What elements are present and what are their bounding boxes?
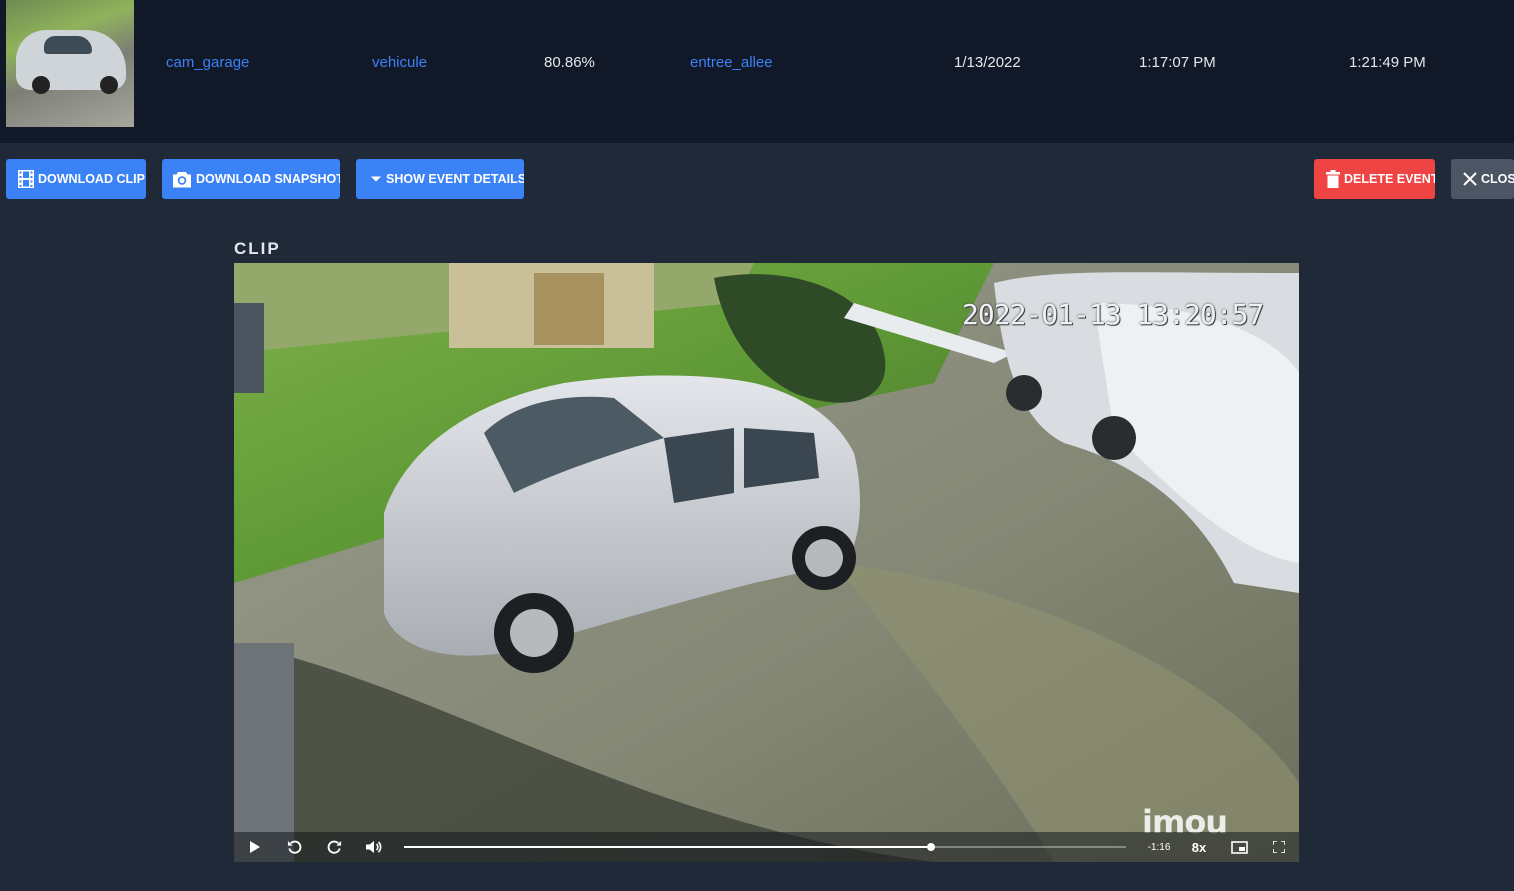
forward-button[interactable] xyxy=(323,832,345,862)
rotate-left-icon xyxy=(287,840,302,855)
show-event-details-label: SHOW EVENT DETAILS xyxy=(386,172,524,186)
camera-link[interactable]: cam_garage xyxy=(166,53,249,73)
rotate-right-icon xyxy=(327,840,342,855)
camera-icon xyxy=(172,171,192,188)
volume-icon xyxy=(366,840,382,854)
overlay-timestamp: 2022-01-13 13:20:57 xyxy=(962,298,1264,331)
event-start-time: 1:17:07 PM xyxy=(1139,54,1216,71)
picture-in-picture-icon xyxy=(1230,840,1248,854)
time-remaining: -1:16 xyxy=(1147,841,1171,853)
download-snapshot-label: DOWNLOAD SNAPSHOT xyxy=(196,172,340,186)
download-snapshot-button[interactable]: DOWNLOAD SNAPSHOT xyxy=(162,159,340,199)
score-value: 80.86% xyxy=(544,54,595,71)
film-icon xyxy=(18,170,34,188)
zone-link[interactable]: entree_allee xyxy=(690,53,773,73)
download-clip-label: DOWNLOAD CLIP xyxy=(38,172,145,186)
picture-in-picture-button[interactable] xyxy=(1228,832,1250,862)
caret-down-icon xyxy=(370,175,382,183)
event-row: cam_garage vehicule 80.86% entree_allee … xyxy=(0,0,1514,143)
progress-handle[interactable] xyxy=(927,843,936,851)
event-end-time: 1:21:49 PM xyxy=(1349,54,1426,71)
download-clip-button[interactable]: DOWNLOAD CLIP xyxy=(6,159,146,199)
label-link[interactable]: vehicule xyxy=(372,53,427,73)
close-button[interactable]: CLOSE xyxy=(1451,159,1514,199)
progress-fill xyxy=(404,846,932,848)
show-event-details-button[interactable]: SHOW EVENT DETAILS xyxy=(356,159,524,199)
rewind-button[interactable] xyxy=(283,832,305,862)
progress-bar[interactable] xyxy=(404,843,1126,851)
fullscreen-icon xyxy=(1273,841,1285,853)
volume-button[interactable] xyxy=(363,832,385,862)
video-controls: -1:16 8x xyxy=(234,832,1299,862)
delete-event-label: DELETE EVENT xyxy=(1344,172,1435,186)
event-date: 1/13/2022 xyxy=(954,54,1021,71)
clip-heading: CLIP xyxy=(234,239,281,258)
video-frame xyxy=(234,263,1299,862)
play-button[interactable] xyxy=(244,832,266,862)
clip-video-player[interactable]: 2022-01-13 13:20:57 imou -1:16 8x xyxy=(234,263,1299,862)
delete-event-button[interactable]: DELETE EVENT xyxy=(1314,159,1435,199)
playback-speed-button[interactable]: 8x xyxy=(1186,832,1212,862)
close-label: CLOSE xyxy=(1481,172,1514,186)
trash-icon xyxy=(1326,170,1340,188)
event-thumbnail[interactable] xyxy=(6,0,134,127)
close-icon xyxy=(1463,172,1477,186)
fullscreen-button[interactable] xyxy=(1268,832,1290,862)
play-icon xyxy=(250,841,260,853)
